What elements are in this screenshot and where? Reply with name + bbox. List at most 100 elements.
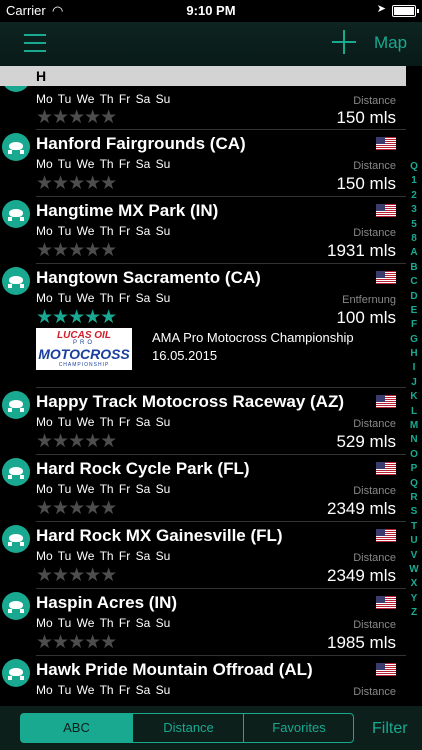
rating-stars[interactable]: ★★★★★ [36, 241, 117, 260]
motocross-icon [2, 391, 30, 419]
us-flag-icon [376, 462, 396, 475]
index-letter[interactable]: X [406, 577, 422, 591]
distance-value: 2349 mls [327, 499, 396, 518]
distance-value: 1985 mls [327, 633, 396, 652]
battery-icon [392, 5, 419, 17]
distance-label: Distance [353, 686, 396, 698]
weekdays: Mo Tu We Th Fr Sa Su [36, 415, 171, 429]
index-letter[interactable]: I [406, 361, 422, 375]
weekdays: Mo Tu We Th Fr Sa Su [36, 482, 171, 496]
index-letter[interactable]: Y [406, 592, 422, 606]
rating-stars[interactable]: ★★★★★ [36, 566, 117, 585]
index-letter[interactable]: 2 [406, 189, 422, 203]
index-letter[interactable]: 3 [406, 203, 422, 217]
map-button[interactable]: Map [374, 33, 407, 53]
distance-value: 529 mls [336, 432, 396, 451]
index-letter[interactable]: C [406, 275, 422, 289]
index-letter[interactable]: Z [406, 606, 422, 620]
us-flag-icon [376, 204, 396, 217]
index-letter[interactable]: D [406, 290, 422, 304]
track-name: Happy Track Motocross Raceway (AZ) [36, 392, 344, 411]
distance-label: Distance [353, 619, 396, 631]
add-button[interactable] [330, 28, 358, 56]
list-item[interactable]: Haspin Acres (IN) Mo Tu We Th Fr Sa Su ★… [0, 589, 406, 656]
us-flag-icon [376, 529, 396, 542]
us-flag-icon [376, 395, 396, 408]
weekdays: Mo Tu We Th Fr Sa Su [36, 616, 171, 630]
list-item[interactable]: Hard Rock MX Gainesville (FL) Mo Tu We T… [0, 522, 406, 589]
index-letter[interactable]: J [406, 376, 422, 390]
us-flag-icon [376, 663, 396, 676]
clock: 9:10 PM [186, 3, 236, 18]
index-letter[interactable]: E [406, 304, 422, 318]
index-letter[interactable]: K [406, 390, 422, 404]
list-item[interactable]: Hawk Pride Mountain Offroad (AL) Mo Tu W… [0, 656, 406, 706]
index-letter[interactable]: P [406, 462, 422, 476]
index-letter[interactable]: B [406, 261, 422, 275]
motocross-icon [2, 525, 30, 553]
distance-value: 100 mls [336, 308, 396, 327]
index-letter[interactable]: M [406, 419, 422, 433]
track-name: Hangtime MX Park (IN) [36, 201, 219, 220]
rating-stars[interactable]: ★★★★★ [36, 499, 117, 518]
rating-stars[interactable]: ★★★★★ [36, 308, 117, 327]
sort-segmented-control: ABC Distance Favorites [20, 713, 354, 743]
status-bar: Carrier ◠ 9:10 PM ➤ [0, 0, 422, 22]
index-letter[interactable]: L [406, 405, 422, 419]
index-letter[interactable]: A [406, 246, 422, 260]
track-name: Hard Rock Cycle Park (FL) [36, 459, 250, 478]
index-letter[interactable]: T [406, 520, 422, 534]
tab-abc[interactable]: ABC [21, 714, 132, 742]
index-letter[interactable]: N [406, 433, 422, 447]
list-item[interactable]: Happy Track Motocross Raceway (AZ) Mo Tu… [0, 388, 406, 455]
motocross-icon [2, 592, 30, 620]
weekdays: Mo Tu We Th Fr Sa Su [36, 683, 171, 697]
list-item[interactable]: Mo Tu We Th Fr Sa Su ★★★★★ Distance 150 … [0, 86, 406, 130]
index-letter[interactable]: S [406, 505, 422, 519]
event-date: 16.05.2015 [152, 348, 218, 363]
distance-label: Distance [353, 95, 396, 107]
list-item[interactable]: Hangtime MX Park (IN) Mo Tu We Th Fr Sa … [0, 197, 406, 264]
index-letter[interactable]: Q [406, 477, 422, 491]
rating-stars[interactable]: ★★★★★ [36, 432, 117, 451]
motocross-icon [2, 86, 30, 92]
motocross-icon [2, 200, 30, 228]
index-letter[interactable]: 5 [406, 218, 422, 232]
rating-stars[interactable]: ★★★★★ [36, 108, 117, 127]
section-header: H [0, 66, 406, 86]
tab-favorites[interactable]: Favorites [243, 714, 354, 742]
event-title[interactable]: AMA Pro Motocross Championship [152, 330, 354, 345]
menu-button[interactable] [24, 32, 46, 54]
menu-icon [24, 34, 46, 36]
distance-label: Distance [353, 418, 396, 430]
event-logo[interactable]: LUCAS OIL PRO MOTOCROSS CHAMPIONSHIP [36, 328, 132, 370]
index-letter[interactable]: U [406, 534, 422, 548]
rating-stars[interactable]: ★★★★★ [36, 633, 117, 652]
rating-stars[interactable]: ★★★★★ [36, 174, 117, 193]
index-letter[interactable]: W [406, 563, 422, 577]
index-letter[interactable]: F [406, 318, 422, 332]
index-letter[interactable]: R [406, 491, 422, 505]
index-letter[interactable]: H [406, 347, 422, 361]
track-list[interactable]: Mo Tu We Th Fr Sa Su ★★★★★ Distance 150 … [0, 86, 406, 706]
track-name: Hanford Fairgrounds (CA) [36, 134, 246, 153]
index-letter[interactable]: V [406, 549, 422, 563]
index-letter[interactable]: Q [406, 160, 422, 174]
index-letter[interactable]: 8 [406, 232, 422, 246]
distance-value: 150 mls [336, 108, 396, 127]
motocross-icon [2, 133, 30, 161]
motocross-icon [2, 458, 30, 486]
list-item[interactable]: Hard Rock Cycle Park (FL) Mo Tu We Th Fr… [0, 455, 406, 522]
index-letter[interactable]: O [406, 448, 422, 462]
filter-button[interactable]: Filter [372, 720, 408, 738]
distance-label: Distance [353, 552, 396, 564]
weekdays: Mo Tu We Th Fr Sa Su [36, 224, 171, 238]
section-index[interactable]: Q 1 2 3 5 8 A B C D E F G H I J K L M N … [406, 160, 422, 621]
location-arrow-icon: ➤ [376, 3, 386, 15]
index-letter[interactable]: G [406, 333, 422, 347]
list-item[interactable]: Hanford Fairgrounds (CA) Mo Tu We Th Fr … [0, 130, 406, 197]
tab-distance[interactable]: Distance [132, 714, 244, 742]
list-item[interactable]: Hangtown Sacramento (CA) Mo Tu We Th Fr … [0, 264, 406, 388]
weekdays: Mo Tu We Th Fr Sa Su [36, 92, 171, 106]
index-letter[interactable]: 1 [406, 174, 422, 188]
